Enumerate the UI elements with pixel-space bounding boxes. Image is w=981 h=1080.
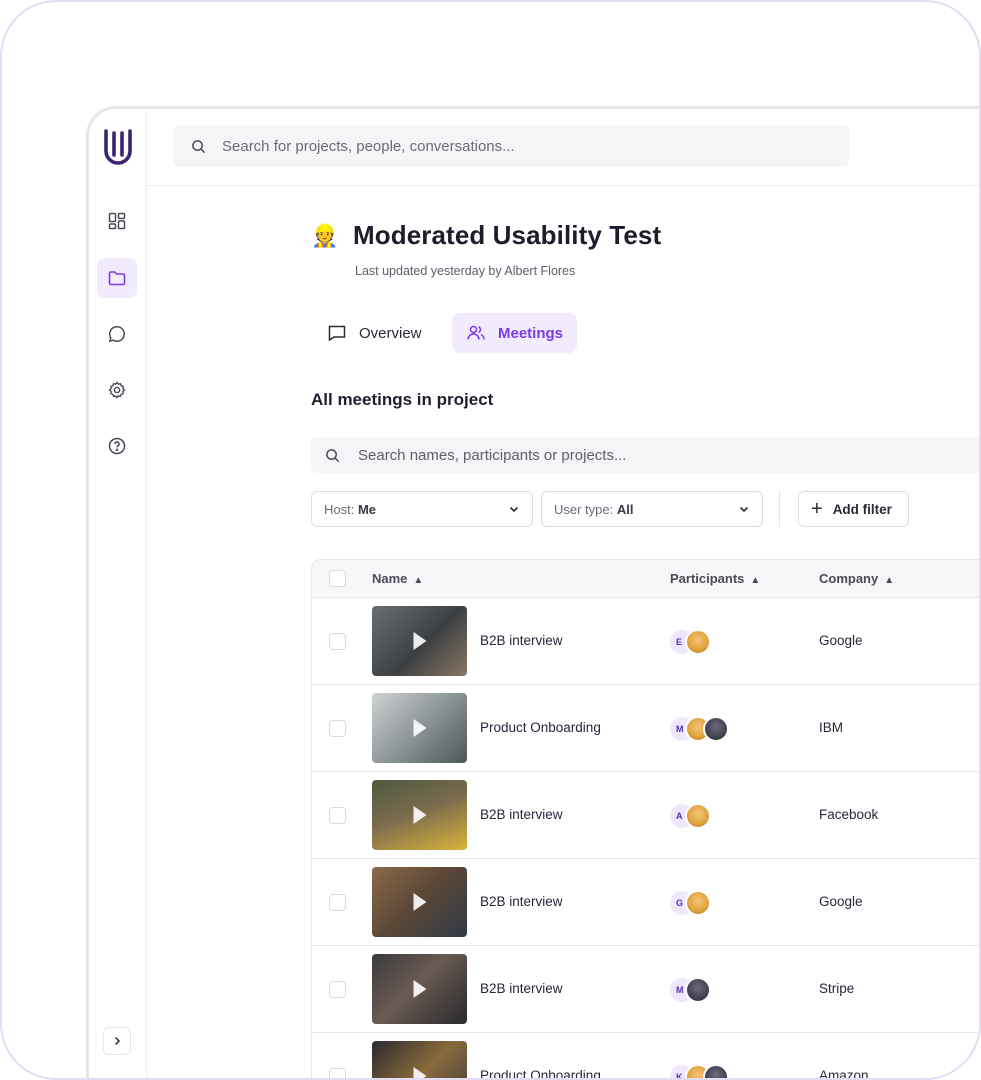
row-checkbox[interactable] — [329, 633, 346, 650]
row-checkbox[interactable] — [329, 981, 346, 998]
company-name: Amazon — [819, 1068, 869, 1080]
page-title: Moderated Usability Test — [353, 220, 662, 250]
column-company-label: Company — [819, 571, 879, 586]
page-subtitle: Last updated yesterday by Albert Flores — [355, 264, 576, 278]
video-thumbnail[interactable] — [372, 1041, 467, 1078]
column-name-label: Name — [372, 571, 408, 586]
play-icon — [413, 632, 426, 650]
tab-overview[interactable]: Overview — [313, 313, 436, 353]
company-name: Facebook — [819, 807, 879, 822]
play-icon — [413, 719, 426, 737]
sort-icon: ▲︎ — [413, 575, 424, 586]
meeting-name: B2B interview — [480, 981, 563, 996]
main-content: 👷 Moderated Usability Test Last updated … — [89, 109, 979, 1080]
plus-icon: + — [811, 498, 823, 520]
table-row[interactable]: Product Onboarding K Amazon — [312, 1033, 979, 1080]
filter-divider — [779, 491, 780, 527]
comment-icon — [328, 325, 346, 342]
tab-overview-label: Overview — [359, 324, 422, 342]
section-title: All meetings in project — [311, 390, 494, 409]
avatar — [685, 629, 711, 655]
meeting-name: Product Onboarding — [480, 720, 601, 735]
avatar — [685, 803, 711, 829]
chevron-down-icon — [509, 506, 519, 513]
user-type-filter-label: User type: — [554, 501, 614, 517]
tab-meetings-label: Meetings — [498, 324, 564, 342]
meetings-search-placeholder: Search names, participants or projects..… — [358, 446, 627, 464]
avatar — [703, 1064, 729, 1078]
users-icon — [467, 325, 485, 340]
meeting-name: B2B interview — [480, 633, 563, 648]
avatar — [703, 716, 729, 742]
company-name: Google — [819, 894, 863, 909]
table-row[interactable]: B2B interview E Google — [312, 598, 979, 685]
meetings-table: Name▲︎ Participants▲︎ Company▲︎ B2B i — [311, 559, 979, 1080]
play-icon — [413, 1067, 426, 1078]
search-icon — [326, 448, 340, 462]
user-type-filter-select[interactable]: User type: All — [541, 491, 763, 527]
meeting-name: B2B interview — [480, 807, 563, 822]
select-all-checkbox[interactable] — [329, 570, 346, 587]
meeting-name: B2B interview — [480, 894, 563, 909]
table-row[interactable]: B2B interview M Stripe — [312, 946, 979, 1033]
video-thumbnail[interactable] — [372, 780, 467, 850]
app-window: Search for projects, people, conversatio… — [86, 106, 979, 1080]
play-icon — [413, 806, 426, 824]
company-name: Stripe — [819, 981, 855, 996]
play-icon — [413, 980, 426, 998]
company-name: Google — [819, 633, 863, 648]
column-header-participants[interactable]: Participants ▲︎ — [670, 571, 760, 586]
add-filter-button[interactable]: + Add filter — [798, 491, 909, 527]
sort-icon: ▲︎ — [884, 575, 895, 586]
tab-meetings[interactable]: Meetings — [452, 313, 578, 353]
page-header: 👷 Moderated Usability Test — [311, 220, 661, 251]
table-row[interactable]: Product Onboarding M IBM — [312, 685, 979, 772]
company-name: IBM — [819, 720, 844, 735]
row-checkbox[interactable] — [329, 894, 346, 911]
row-checkbox[interactable] — [329, 807, 346, 824]
host-filter-select[interactable]: Host: Me — [311, 491, 533, 527]
add-filter-label: Add filter — [832, 501, 892, 517]
video-thumbnail[interactable] — [372, 867, 467, 937]
video-thumbnail[interactable] — [372, 693, 467, 763]
meetings-search-input[interactable]: Search names, participants or projects..… — [311, 437, 979, 473]
row-checkbox[interactable] — [329, 1068, 346, 1078]
avatar — [685, 890, 711, 916]
user-type-filter-value: All — [616, 501, 634, 517]
table-row[interactable]: B2B interview G Google — [312, 859, 979, 946]
play-icon — [413, 893, 426, 911]
chevron-down-icon — [739, 506, 749, 513]
column-header-company[interactable]: Company ▲︎ — [819, 571, 894, 586]
row-checkbox[interactable] — [329, 720, 346, 737]
meeting-name: Product Onboarding — [480, 1068, 601, 1080]
table-header: Name ▲︎ Participants ▲︎ Company ▲︎ — [312, 560, 979, 598]
video-thumbnail[interactable] — [372, 954, 467, 1024]
sort-icon: ▲︎ — [750, 575, 761, 586]
column-participants-label: Participants — [670, 571, 745, 586]
device-frame: Search for projects, people, conversatio… — [0, 0, 981, 1080]
column-header-name[interactable]: Name ▲︎ — [372, 571, 423, 586]
table-row[interactable]: B2B interview A Facebook — [312, 772, 979, 859]
host-filter-label: Host: — [324, 501, 355, 517]
host-filter-value: Me — [357, 501, 377, 517]
avatar — [685, 977, 711, 1003]
video-thumbnail[interactable] — [372, 606, 467, 676]
project-emoji: 👷 — [311, 222, 339, 248]
